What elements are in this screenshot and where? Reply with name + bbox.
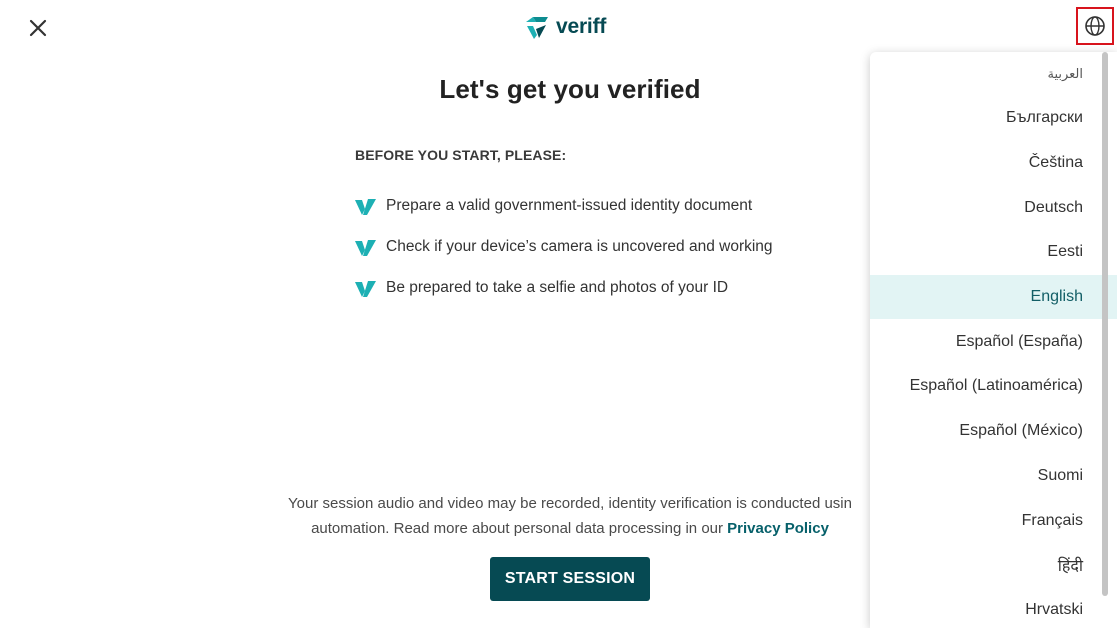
language-list: العربية Български Čeština Deutsch Eesti … xyxy=(870,52,1117,628)
language-option-spanish-spain[interactable]: Español (España) xyxy=(870,319,1117,364)
language-option-finnish[interactable]: Suomi xyxy=(870,454,1117,499)
checklist-item: Be prepared to take a selfie and photos … xyxy=(355,267,773,308)
before-you-start-heading: BEFORE YOU START, PLEASE: xyxy=(355,147,567,163)
dropdown-scrollbar[interactable] xyxy=(1102,52,1108,628)
globe-icon xyxy=(1085,16,1105,36)
close-button[interactable] xyxy=(26,16,50,40)
veriff-logo: veriff xyxy=(524,13,606,41)
language-option-arabic[interactable]: العربية xyxy=(870,52,1117,96)
language-option-estonian[interactable]: Eesti xyxy=(870,230,1117,275)
scrollbar-thumb[interactable] xyxy=(1102,52,1108,596)
language-option-hindi[interactable]: हिंदी xyxy=(870,543,1117,588)
notice-line-2: automation. Read more about personal dat… xyxy=(311,520,728,537)
brand-name: veriff xyxy=(556,15,607,38)
checklist-item-text: Prepare a valid government-issued identi… xyxy=(386,196,753,214)
check-icon xyxy=(355,281,376,297)
language-option-czech[interactable]: Čeština xyxy=(870,141,1117,186)
close-icon xyxy=(29,19,47,37)
checklist: Prepare a valid government-issued identi… xyxy=(355,185,773,308)
checklist-item-text: Check if your device’s camera is uncover… xyxy=(386,237,773,255)
language-dropdown: العربية Български Čeština Deutsch Eesti … xyxy=(870,52,1117,628)
language-button[interactable] xyxy=(1076,7,1114,45)
checklist-item: Check if your device’s camera is uncover… xyxy=(355,226,773,267)
language-option-french[interactable]: Français xyxy=(870,498,1117,543)
privacy-policy-link[interactable]: Privacy Policy xyxy=(727,520,829,537)
recording-notice: Your session audio and video may be reco… xyxy=(250,491,890,541)
start-session-button[interactable]: START SESSION xyxy=(490,557,650,601)
language-option-croatian[interactable]: Hrvatski xyxy=(870,588,1117,628)
language-option-spanish-latam[interactable]: Español (Latinoamérica) xyxy=(870,364,1117,409)
notice-line-1: Your session audio and video may be reco… xyxy=(288,495,852,512)
language-option-bulgarian[interactable]: Български xyxy=(870,96,1117,141)
check-icon xyxy=(355,240,376,256)
language-option-english[interactable]: English xyxy=(870,274,1117,320)
checklist-item-text: Be prepared to take a selfie and photos … xyxy=(386,278,729,296)
checklist-item: Prepare a valid government-issued identi… xyxy=(355,185,773,226)
language-option-spanish-mexico[interactable]: Español (México) xyxy=(870,409,1117,454)
veriff-logo-icon xyxy=(526,17,548,39)
language-option-german[interactable]: Deutsch xyxy=(870,185,1117,230)
check-icon xyxy=(355,199,376,215)
